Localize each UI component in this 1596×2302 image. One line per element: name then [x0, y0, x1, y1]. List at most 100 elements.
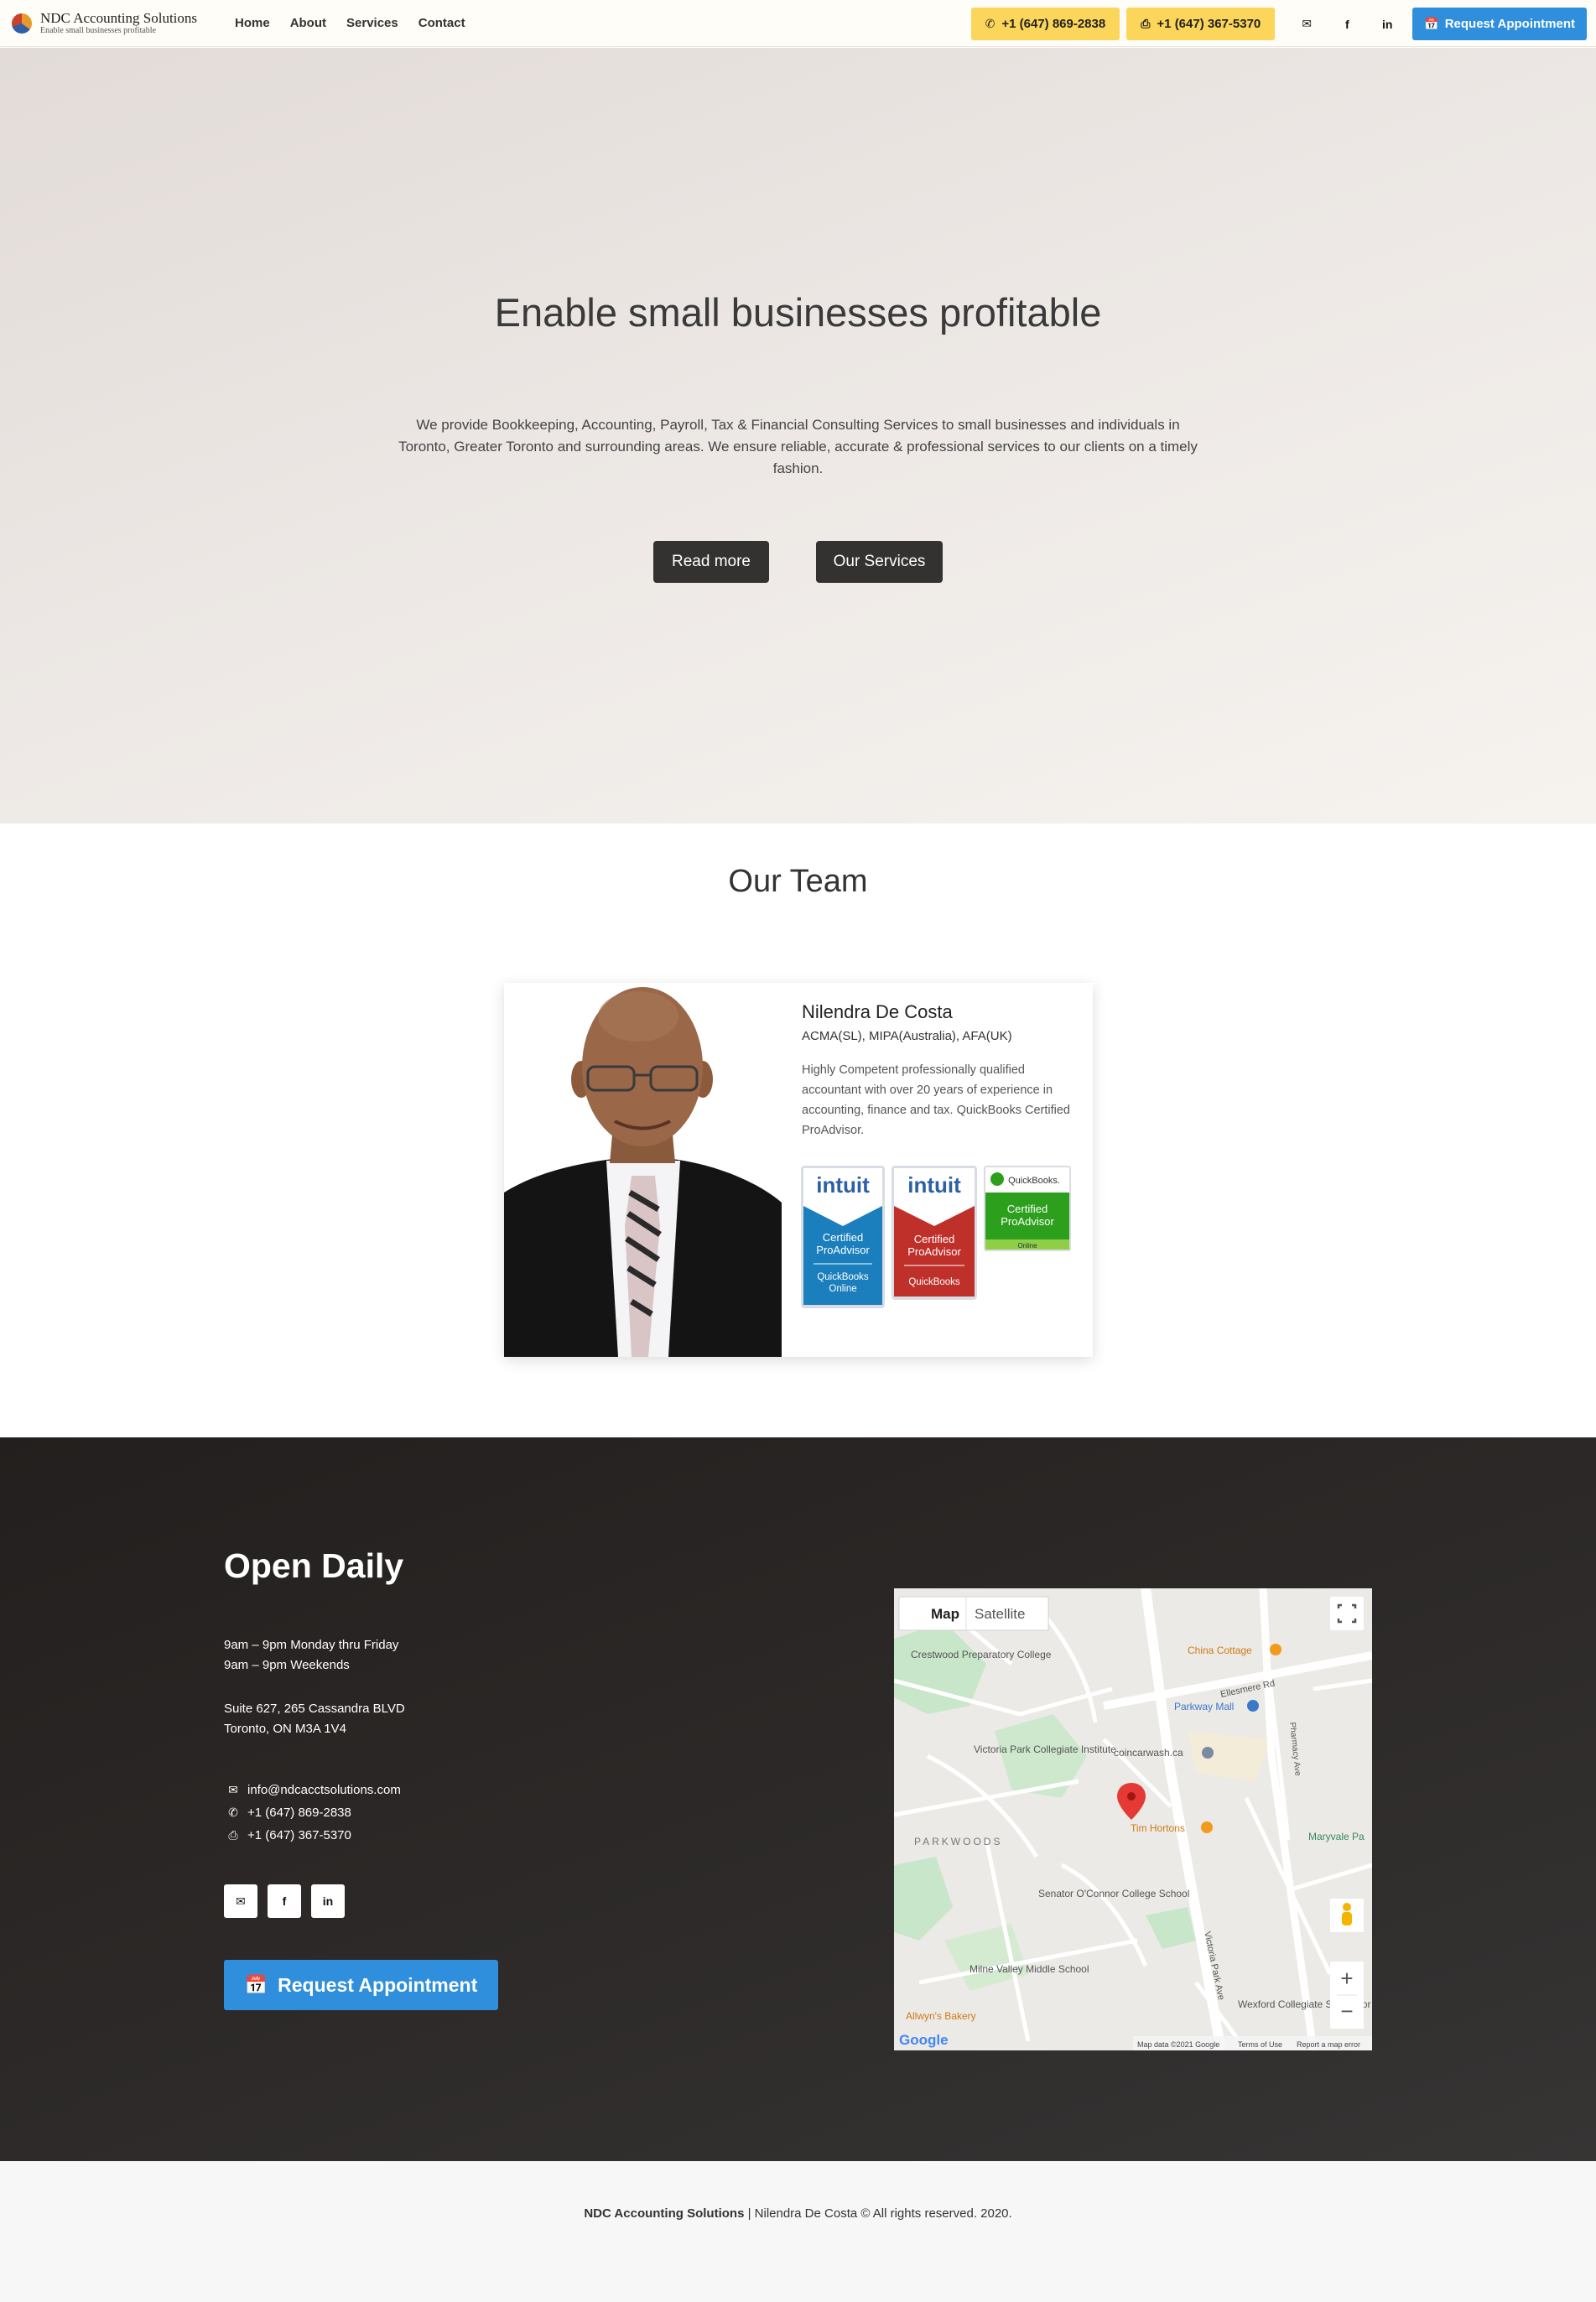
- request-appointment-button[interactable]: 📅 Request Appointment: [1412, 8, 1587, 40]
- phone-icon: ✆: [985, 17, 996, 30]
- pegman-icon[interactable]: [1330, 1899, 1364, 1932]
- team-title: Our Team: [728, 864, 868, 899]
- hero-buttons: Read more Our Services: [0, 541, 1596, 583]
- linkedin-icon[interactable]: in: [1372, 9, 1402, 39]
- map-label-allwyns-bakery: Allwyn's Bakery: [906, 2010, 976, 2022]
- phone-button-2-label: +1 (647) 367-5370: [1157, 17, 1261, 31]
- quickbooks-desktop-badge: intuit Certified ProAdvisor QuickBooks: [892, 1166, 977, 1300]
- map-terms-link: Terms of Use: [1238, 2040, 1282, 2049]
- badge-1-product: QuickBooks: [817, 1272, 869, 1282]
- envelope-icon[interactable]: ✉: [224, 1884, 257, 1918]
- request-appointment-button-large[interactable]: 📅 Request Appointment: [224, 1960, 498, 2010]
- fullscreen-icon[interactable]: [1330, 1597, 1364, 1630]
- phone-text: +1 (647) 869-2838: [247, 1806, 351, 1820]
- hero-title: Enable small businesses profitable: [494, 290, 1102, 335]
- badge-1-product-2: Online: [829, 1284, 856, 1294]
- nav-actions: ✆ +1 (647) 869-2838 ⎙ +1 (647) 367-5370 …: [970, 8, 1587, 40]
- badge-2-product: QuickBooks: [908, 1277, 960, 1287]
- request-appointment-label: Request Appointment: [1444, 17, 1575, 31]
- our-services-button[interactable]: Our Services: [816, 541, 943, 583]
- brand-name: NDC Accounting Solutions: [40, 10, 198, 26]
- map-label-parkwoods: PARKWOODS: [914, 1836, 1002, 1847]
- opening-hours: 9am – 9pm Monday thru Friday 9am – 9pm W…: [224, 1635, 398, 1676]
- facebook-icon[interactable]: f: [1332, 9, 1362, 39]
- linkedin-icon[interactable]: in: [311, 1884, 345, 1918]
- badge-3-product: Online: [1017, 1242, 1037, 1250]
- phone-button-1-label: +1 (647) 869-2838: [1001, 17, 1106, 31]
- fax-text: +1 (647) 367-5370: [247, 1828, 351, 1842]
- envelope-icon: ✉: [228, 1783, 238, 1796]
- open-daily-title: Open Daily: [224, 1546, 404, 1585]
- calendar-check-icon: 📅: [244, 1974, 268, 1995]
- member-name: Nilendra De Costa: [802, 1001, 953, 1022]
- map-label-senator-oconnor: Senator O'Connor College School: [1038, 1888, 1189, 1899]
- read-more-button[interactable]: Read more: [653, 541, 769, 583]
- badge-3-pro: ProAdvisor: [1001, 1215, 1054, 1228]
- quickbooks-online-badge: intuit Certified ProAdvisor QuickBooks O…: [801, 1166, 885, 1308]
- fax-line[interactable]: ⎙ +1 (647) 367-5370: [224, 1824, 401, 1847]
- team-member-card: Nilendra De Costa ACMA(SL), MIPA(Austral…: [504, 983, 1093, 1357]
- footer-rights: | Nilendra De Costa © All rights reserve…: [744, 2206, 1012, 2221]
- map-label-milne-valley: Milne Valley Middle School: [970, 1963, 1089, 1975]
- badge-1-pro: ProAdvisor: [816, 1244, 870, 1256]
- phone-button-2[interactable]: ⎙ +1 (647) 367-5370: [1126, 8, 1276, 40]
- google-logo: Google: [899, 2032, 949, 2048]
- nav-link-about[interactable]: About: [290, 16, 326, 30]
- hours-weekends: 9am – 9pm Weekends: [224, 1658, 350, 1672]
- nav-link-contact[interactable]: Contact: [418, 16, 465, 30]
- badge-3-brand: QuickBooks.: [1008, 1176, 1060, 1186]
- badge-2-pro: ProAdvisor: [907, 1245, 961, 1258]
- map-tab-satellite: Satellite: [975, 1606, 1025, 1622]
- map-label-parkway-mall: Parkway Mall: [1174, 1701, 1234, 1712]
- map-label-victoria-park-collegiate: Victoria Park Collegiate Institute: [974, 1743, 1116, 1755]
- hero-description: We provide Bookkeeping, Accounting, Payr…: [398, 417, 1198, 476]
- map-label-crestwood: Crestwood Preparatory College: [911, 1649, 1052, 1660]
- badge-1-brand: intuit: [816, 1172, 870, 1198]
- facebook-icon[interactable]: f: [268, 1884, 301, 1918]
- fax-icon: ⎙: [1141, 17, 1151, 30]
- phone-button-1[interactable]: ✆ +1 (647) 869-2838: [970, 8, 1120, 40]
- footer: NDC Accounting Solutions | Nilendra De C…: [0, 2161, 1596, 2302]
- zoom-out-icon[interactable]: −: [1340, 1998, 1353, 2024]
- email-line[interactable]: ✉ info@ndcacctsolutions.com: [224, 1779, 401, 1801]
- badge-2-cert: Certified: [914, 1233, 954, 1245]
- contact-details: ✉ info@ndcacctsolutions.com ✆ +1 (647) 8…: [224, 1779, 401, 1847]
- member-credentials: ACMA(SL), MIPA(Australia), AFA(UK): [802, 1029, 1012, 1043]
- map-label-tim-hortons: Tim Hortons: [1131, 1822, 1185, 1834]
- social-links: ✉ f in: [224, 1884, 355, 1918]
- contact-section: Open Daily 9am – 9pm Monday thru Friday …: [0, 1437, 1596, 2161]
- footer-copyright: NDC Accounting Solutions | Nilendra De C…: [0, 2206, 1596, 2221]
- calendar-check-icon: 📅: [1424, 17, 1439, 30]
- badge-2-brand: intuit: [907, 1172, 961, 1198]
- request-appointment-large-label: Request Appointment: [278, 1973, 478, 1996]
- map-report-link: Report a map error: [1297, 2040, 1360, 2049]
- address-line-2: Toronto, ON M3A 1V4: [224, 1722, 346, 1736]
- phone-icon: ✆: [228, 1806, 238, 1819]
- envelope-icon[interactable]: ✉: [1292, 9, 1322, 39]
- nav-link-services[interactable]: Services: [346, 16, 398, 30]
- google-map[interactable]: China Cottage Ellesmere Rd Parkway Mall …: [894, 1588, 1372, 2050]
- map-type-control: Map Satellite: [898, 1596, 1049, 1631]
- email-text: info@ndcacctsolutions.com: [247, 1783, 401, 1797]
- hero-section: Enable small businesses profitable We pr…: [0, 48, 1596, 824]
- brand-logo-icon: [12, 13, 32, 34]
- member-description: Highly Competent professionally qualifie…: [802, 1063, 1070, 1137]
- nav-link-home[interactable]: Home: [235, 16, 270, 30]
- map-label-china-cottage: China Cottage: [1188, 1645, 1252, 1656]
- address-line-1: Suite 627, 265 Cassandra BLVD: [224, 1702, 405, 1716]
- address: Suite 627, 265 Cassandra BLVD Toronto, O…: [224, 1699, 405, 1739]
- hours-weekdays: 9am – 9pm Monday thru Friday: [224, 1638, 399, 1652]
- map-attribution: Map data ©2021 Google: [1137, 2040, 1219, 2049]
- phone-line[interactable]: ✆ +1 (647) 869-2838: [224, 1801, 401, 1824]
- brand[interactable]: NDC Accounting Solutions Enable small bu…: [12, 11, 213, 35]
- quickbooks-online-green-badge: QuickBooks. Certified ProAdvisor Online: [984, 1166, 1071, 1251]
- map-tab-map: Map: [931, 1606, 959, 1622]
- certification-badges: intuit Certified ProAdvisor QuickBooks O…: [801, 1166, 1086, 1317]
- zoom-control: + −: [1330, 1962, 1364, 2029]
- zoom-in-icon[interactable]: +: [1340, 1966, 1353, 1991]
- brand-tagline: Enable small businesses profitable: [40, 26, 157, 35]
- map-label-coincarwash: coincarwash.ca: [1114, 1747, 1183, 1759]
- badge-3-cert: Certified: [1007, 1203, 1048, 1215]
- footer-company: NDC Accounting Solutions: [584, 2206, 745, 2221]
- badge-1-cert: Certified: [823, 1231, 863, 1244]
